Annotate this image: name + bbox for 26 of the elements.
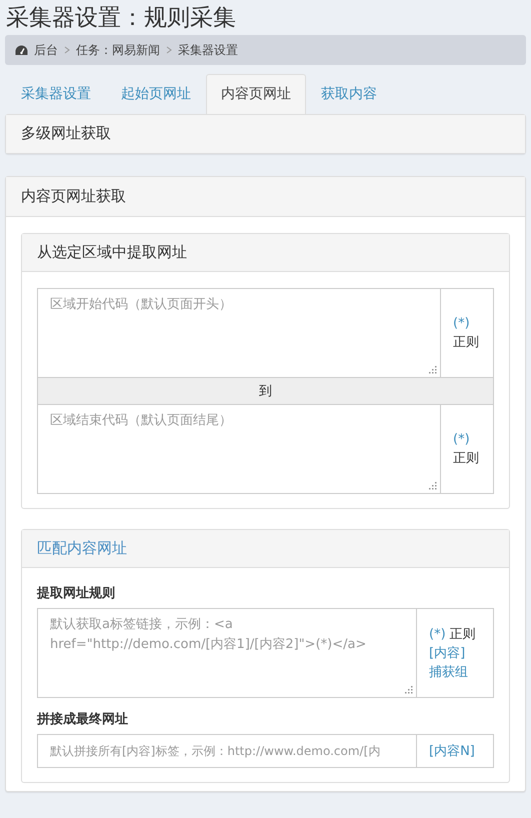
field-label: 提取网址规则: [37, 585, 116, 602]
tab[interactable]: 起始页网址: [106, 74, 206, 114]
chevron-icon: [64, 46, 70, 54]
breadcrumb-link[interactable]: 后台: [34, 42, 58, 58]
resize-grip-icon[interactable]: [429, 482, 437, 490]
panel-title: 内容页网址获取: [6, 177, 525, 217]
panel-heading: 从选定区域中提取网址: [22, 234, 509, 272]
field-label: 拼接成最终网址: [37, 710, 129, 728]
tab[interactable]: 获取内容: [306, 74, 392, 114]
tab[interactable]: 内容页网址: [206, 74, 306, 114]
insert-link[interactable]: (*): [453, 314, 470, 333]
breadcrumb-link[interactable]: 采集器设置: [178, 42, 238, 58]
page-title: 采集器设置：规则采集: [5, 4, 237, 33]
textarea-field[interactable]: 区域结束代码（默认页面结尾）: [38, 405, 440, 493]
dashboard-icon: [15, 44, 28, 56]
panel-title: 多级网址获取: [6, 115, 525, 153]
addon-label: 正则: [453, 334, 479, 352]
chevron-icon: [166, 46, 172, 54]
insert-link[interactable]: (*): [453, 430, 470, 449]
breadcrumb-link[interactable]: 任务：网易新闻: [76, 42, 160, 58]
panel-heading: 匹配内容网址: [22, 530, 509, 568]
separator-label: 到: [38, 377, 493, 405]
addon-label: 正则: [453, 450, 479, 468]
textarea-field[interactable]: 区域开始代码（默认页面开头）: [38, 289, 440, 377]
resize-grip-icon[interactable]: [429, 366, 437, 374]
tab[interactable]: 采集器设置: [6, 74, 106, 114]
